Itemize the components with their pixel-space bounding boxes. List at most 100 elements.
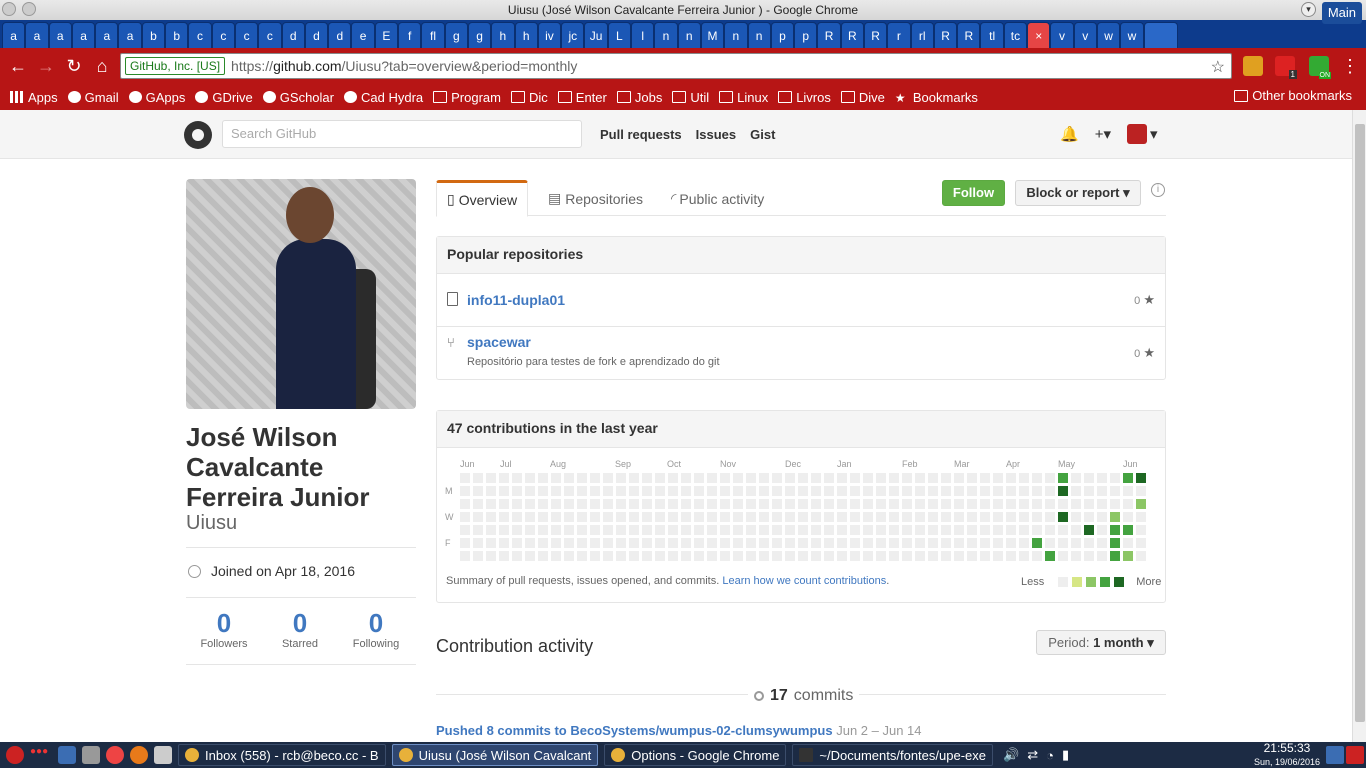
contribution-day[interactable]	[889, 525, 899, 535]
profile-button-main[interactable]: Main	[1321, 2, 1362, 24]
contribution-day[interactable]	[928, 499, 938, 509]
contribution-day[interactable]	[642, 551, 652, 561]
contribution-day[interactable]	[694, 486, 704, 496]
browser-tab[interactable]: R	[840, 22, 864, 48]
info-icon[interactable]: i	[1151, 183, 1165, 197]
contribution-day[interactable]	[694, 551, 704, 561]
contribution-day[interactable]	[603, 499, 613, 509]
browser-tab[interactable]: h	[491, 22, 515, 48]
contribution-day[interactable]	[1136, 551, 1146, 561]
contribution-day[interactable]	[993, 512, 1003, 522]
bookmark-star-icon[interactable]: ☆	[1211, 57, 1225, 77]
contribution-day[interactable]	[460, 499, 470, 509]
contribution-day[interactable]	[733, 499, 743, 509]
contribution-day[interactable]	[1123, 551, 1133, 561]
wifi-icon[interactable]: ◔	[1046, 748, 1054, 763]
contribution-day[interactable]	[876, 538, 886, 548]
contribution-day[interactable]	[746, 473, 756, 483]
show-desktop-icon[interactable]	[58, 746, 76, 764]
contribution-day[interactable]	[577, 499, 587, 509]
contribution-day[interactable]	[837, 499, 847, 509]
contribution-day[interactable]	[954, 512, 964, 522]
contribution-day[interactable]	[837, 525, 847, 535]
contribution-day[interactable]	[798, 486, 808, 496]
contribution-day[interactable]	[993, 499, 1003, 509]
contribution-day[interactable]	[993, 525, 1003, 535]
bookmark-item[interactable]: Enter	[557, 90, 607, 105]
contribution-day[interactable]	[590, 499, 600, 509]
contribution-day[interactable]	[980, 512, 990, 522]
extension-icon[interactable]	[1243, 56, 1263, 76]
bookmark-item[interactable]: Apps	[10, 90, 58, 105]
user-menu[interactable]: ▾	[1126, 124, 1158, 144]
contribution-day[interactable]	[759, 486, 769, 496]
contribution-day[interactable]	[902, 499, 912, 509]
starred-stat[interactable]: 0 Starred	[262, 608, 338, 650]
contribution-day[interactable]	[798, 525, 808, 535]
contribution-day[interactable]	[603, 486, 613, 496]
contribution-day[interactable]	[850, 473, 860, 483]
secure-badge[interactable]: GitHub, Inc. [US]	[125, 57, 226, 75]
contribution-day[interactable]	[564, 473, 574, 483]
contribution-day[interactable]	[512, 525, 522, 535]
contribution-day[interactable]	[967, 551, 977, 561]
close-tab-icon[interactable]: ×	[1027, 22, 1051, 48]
browser-tab[interactable]: jc	[561, 22, 585, 48]
contribution-day[interactable]	[1084, 486, 1094, 496]
browser-tab[interactable]: d	[328, 22, 352, 48]
contribution-day[interactable]	[525, 538, 535, 548]
contribution-day[interactable]	[655, 473, 665, 483]
file-manager-icon[interactable]	[82, 746, 100, 764]
bookmark-item[interactable]: Program	[433, 90, 501, 105]
contribution-day[interactable]	[850, 551, 860, 561]
following-stat[interactable]: 0 Following	[338, 608, 414, 650]
window-menu-icon[interactable]	[22, 2, 36, 16]
contribution-day[interactable]	[811, 538, 821, 548]
contribution-day[interactable]	[1019, 512, 1029, 522]
browser-tab[interactable]: R	[863, 22, 888, 48]
contribution-day[interactable]	[629, 473, 639, 483]
contribution-day[interactable]	[460, 473, 470, 483]
contribution-day[interactable]	[746, 499, 756, 509]
create-new-icon[interactable]: +▾	[1095, 125, 1111, 143]
contribution-day[interactable]	[785, 473, 795, 483]
browser-tab[interactable]: l	[631, 22, 655, 48]
contribution-day[interactable]	[798, 512, 808, 522]
contribution-day[interactable]	[967, 525, 977, 535]
contribution-day[interactable]	[798, 499, 808, 509]
contribution-day[interactable]	[551, 525, 561, 535]
contribution-day[interactable]	[785, 525, 795, 535]
contribution-day[interactable]	[616, 551, 626, 561]
contribution-day[interactable]	[707, 499, 717, 509]
header-nav-issues[interactable]: Issues	[696, 127, 736, 142]
browser-tab[interactable]: g	[444, 22, 468, 48]
contribution-day[interactable]	[486, 486, 496, 496]
bookmark-item[interactable]: Linux	[719, 90, 768, 105]
contribution-day[interactable]	[1032, 525, 1042, 535]
contribution-day[interactable]	[655, 486, 665, 496]
contribution-day[interactable]	[759, 551, 769, 561]
push-event[interactable]: Pushed 8 commits to BecoSystems/wumpus-0…	[436, 723, 922, 738]
bookmark-item[interactable]: GDrive	[195, 90, 253, 105]
browser-tab[interactable]: a	[48, 22, 72, 48]
browser-tab[interactable]: R	[933, 22, 958, 48]
contribution-day[interactable]	[993, 538, 1003, 548]
contribution-day[interactable]	[1032, 551, 1042, 561]
contribution-day[interactable]	[876, 525, 886, 535]
contribution-day[interactable]	[915, 512, 925, 522]
contribution-day[interactable]	[980, 538, 990, 548]
contribution-day[interactable]	[1110, 512, 1120, 522]
contribution-day[interactable]	[889, 486, 899, 496]
contribution-day[interactable]	[668, 538, 678, 548]
contribution-day[interactable]	[694, 499, 704, 509]
contribution-day[interactable]	[941, 486, 951, 496]
contribution-day[interactable]	[967, 473, 977, 483]
contribution-day[interactable]	[1058, 525, 1068, 535]
contribution-day[interactable]	[837, 512, 847, 522]
contribution-day[interactable]	[1084, 512, 1094, 522]
contribution-day[interactable]	[499, 473, 509, 483]
contribution-day[interactable]	[811, 499, 821, 509]
contribution-day[interactable]	[720, 486, 730, 496]
contribution-day[interactable]	[1071, 525, 1081, 535]
contribution-day[interactable]	[993, 473, 1003, 483]
